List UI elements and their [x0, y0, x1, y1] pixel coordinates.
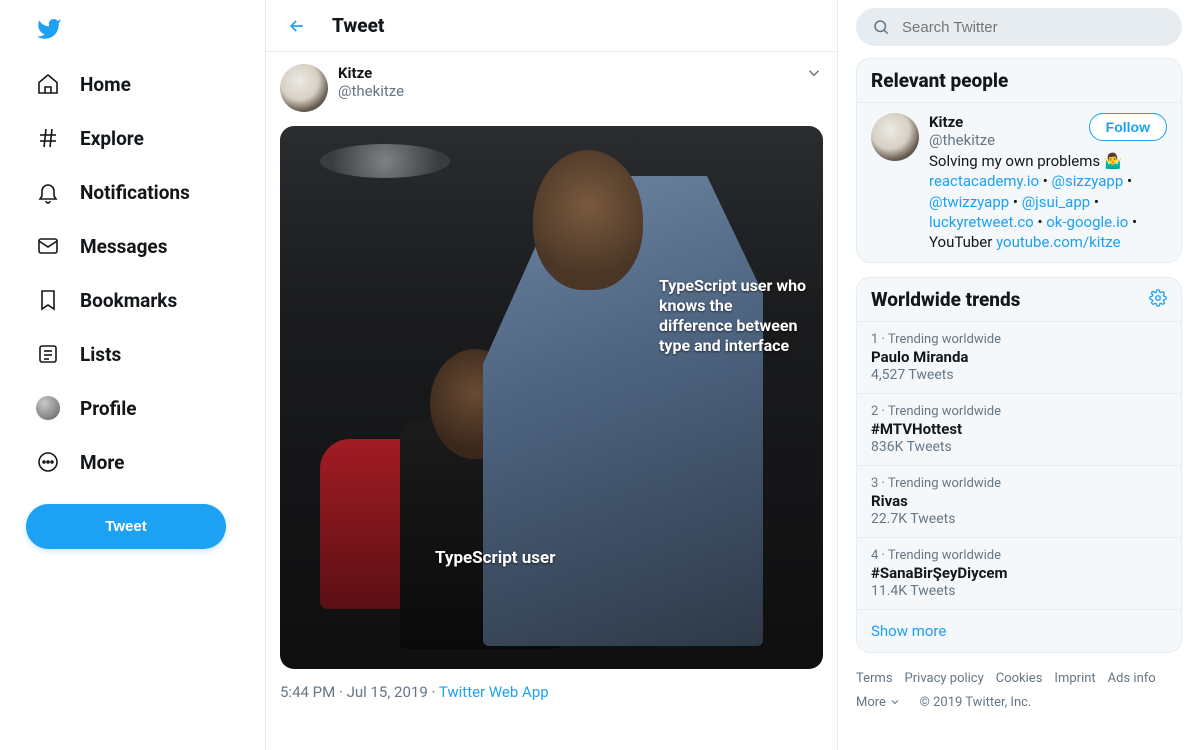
person-bio: Solving my own problems 🤷‍♂️ reactacadem… — [929, 151, 1167, 252]
bio-link[interactable]: @twizzyapp — [929, 193, 1009, 211]
image-caption-low: TypeScript user — [435, 548, 555, 569]
nav-notifications[interactable]: Notifications — [26, 168, 257, 216]
search-input[interactable] — [902, 19, 1166, 36]
footer-link[interactable]: Privacy policy — [905, 671, 984, 686]
bio-link[interactable]: reactacademy.io — [929, 172, 1039, 190]
nav-label: Messages — [80, 235, 167, 258]
nav-label: Explore — [80, 127, 144, 150]
nav-label: Profile — [80, 397, 137, 420]
bio-link[interactable]: ok-google.io — [1046, 213, 1128, 231]
trend-meta: 1 · Trending worldwide — [871, 332, 1167, 347]
nav-label: More — [80, 451, 124, 474]
relevant-people-card: Relevant people Kitze @thekitze Follow S… — [856, 58, 1182, 263]
nav-profile[interactable]: Profile — [26, 384, 257, 432]
compose-tweet-button[interactable]: Tweet — [26, 504, 226, 549]
trend-item[interactable]: 3 · Trending worldwideRivas22.7K Tweets — [857, 465, 1181, 537]
nav-messages[interactable]: Messages — [26, 222, 257, 270]
person-name[interactable]: Kitze — [929, 113, 995, 131]
trend-name: Rivas — [871, 492, 1167, 510]
nav-bookmarks[interactable]: Bookmarks — [26, 276, 257, 324]
trend-count: 22.7K Tweets — [871, 511, 1167, 527]
tweet: Kitze @thekitze TypeScript user TypeScri… — [266, 52, 837, 719]
trend-meta: 3 · Trending worldwide — [871, 476, 1167, 491]
nav-label: Home — [80, 73, 131, 96]
trend-name: #SanaBirŞeyDiycem — [871, 564, 1167, 582]
trend-item[interactable]: 1 · Trending worldwidePaulo Miranda4,527… — [857, 322, 1181, 393]
more-icon — [36, 450, 60, 474]
bio-link[interactable]: @sizzyapp — [1052, 172, 1124, 190]
nav-home[interactable]: Home — [26, 60, 257, 108]
image-caption-high: TypeScript user who knows the difference… — [659, 276, 809, 356]
footer-copyright: © 2019 Twitter, Inc. — [920, 695, 1032, 710]
mail-icon — [36, 234, 60, 258]
home-icon — [36, 72, 60, 96]
hash-icon — [36, 126, 60, 150]
relevant-person: Kitze @thekitze Follow Solving my own pr… — [857, 103, 1181, 262]
relevant-title: Relevant people — [871, 69, 1008, 92]
tweet-time: 5:44 PM — [280, 683, 335, 701]
right-column: Relevant people Kitze @thekitze Follow S… — [838, 0, 1200, 750]
trend-count: 4,527 Tweets — [871, 367, 1167, 383]
trend-count: 836K Tweets — [871, 439, 1167, 455]
trend-item[interactable]: 4 · Trending worldwide#SanaBirŞeyDiycem1… — [857, 537, 1181, 609]
footer-link[interactable]: Imprint — [1054, 671, 1095, 686]
image-decor — [533, 150, 643, 290]
bio-link[interactable]: luckyretweet.co — [929, 213, 1034, 231]
footer-link[interactable]: Cookies — [996, 671, 1043, 686]
nav-explore[interactable]: Explore — [26, 114, 257, 162]
nav-label: Notifications — [80, 181, 190, 204]
sidebar: Home Explore Notifications Messages Book… — [0, 0, 266, 750]
bookmark-icon — [36, 288, 60, 312]
trends-card: Worldwide trends 1 · Trending worldwideP… — [856, 277, 1182, 653]
image-decor — [320, 144, 450, 178]
tweet-caret-button[interactable] — [805, 64, 823, 86]
twitter-logo[interactable] — [26, 10, 257, 60]
follow-button[interactable]: Follow — [1089, 113, 1167, 141]
person-handle[interactable]: @thekitze — [929, 131, 995, 149]
trends-title: Worldwide trends — [871, 288, 1020, 311]
bio-link[interactable]: @jsui_app — [1022, 193, 1091, 211]
footer: Terms Privacy policy Cookies Imprint Ads inf… — [856, 667, 1182, 714]
page-title: Tweet — [332, 14, 384, 37]
footer-link[interactable]: Ads info — [1108, 671, 1156, 686]
nav-label: Lists — [80, 343, 121, 366]
nav-more[interactable]: More — [26, 438, 257, 486]
trends-settings-button[interactable] — [1149, 289, 1167, 311]
author-name[interactable]: Kitze — [338, 64, 805, 82]
tweet-source-link[interactable]: Twitter Web App — [439, 683, 549, 701]
search-icon — [872, 18, 890, 36]
nav-label: Bookmarks — [80, 289, 177, 312]
bell-icon — [36, 180, 60, 204]
search-box[interactable] — [856, 8, 1182, 46]
main-column: Tweet Kitze @thekitze TypeScr — [266, 0, 838, 750]
main-header: Tweet — [266, 0, 837, 52]
list-icon — [36, 342, 60, 366]
trend-meta: 2 · Trending worldwide — [871, 404, 1167, 419]
tweet-date: Jul 15, 2019 — [347, 683, 428, 701]
avatar-icon — [36, 396, 60, 420]
footer-more[interactable]: More — [856, 695, 901, 710]
author-avatar[interactable] — [280, 64, 328, 112]
trend-meta: 4 · Trending worldwide — [871, 548, 1167, 563]
bio-link[interactable]: youtube.com/kitze — [996, 233, 1121, 251]
tweet-image[interactable]: TypeScript user TypeScript user who know… — [280, 126, 823, 669]
author-handle[interactable]: @thekitze — [338, 82, 805, 100]
tweet-meta: 5:44 PM · Jul 15, 2019 · Twitter Web App — [280, 669, 823, 707]
trend-name: Paulo Miranda — [871, 348, 1167, 366]
trends-show-more[interactable]: Show more — [857, 609, 1181, 652]
footer-link[interactable]: Terms — [856, 671, 893, 686]
nav-lists[interactable]: Lists — [26, 330, 257, 378]
trend-item[interactable]: 2 · Trending worldwide#MTVHottest836K Tw… — [857, 393, 1181, 465]
back-button[interactable] — [280, 9, 314, 43]
trend-name: #MTVHottest — [871, 420, 1167, 438]
trend-count: 11.4K Tweets — [871, 583, 1167, 599]
person-avatar[interactable] — [871, 113, 919, 161]
